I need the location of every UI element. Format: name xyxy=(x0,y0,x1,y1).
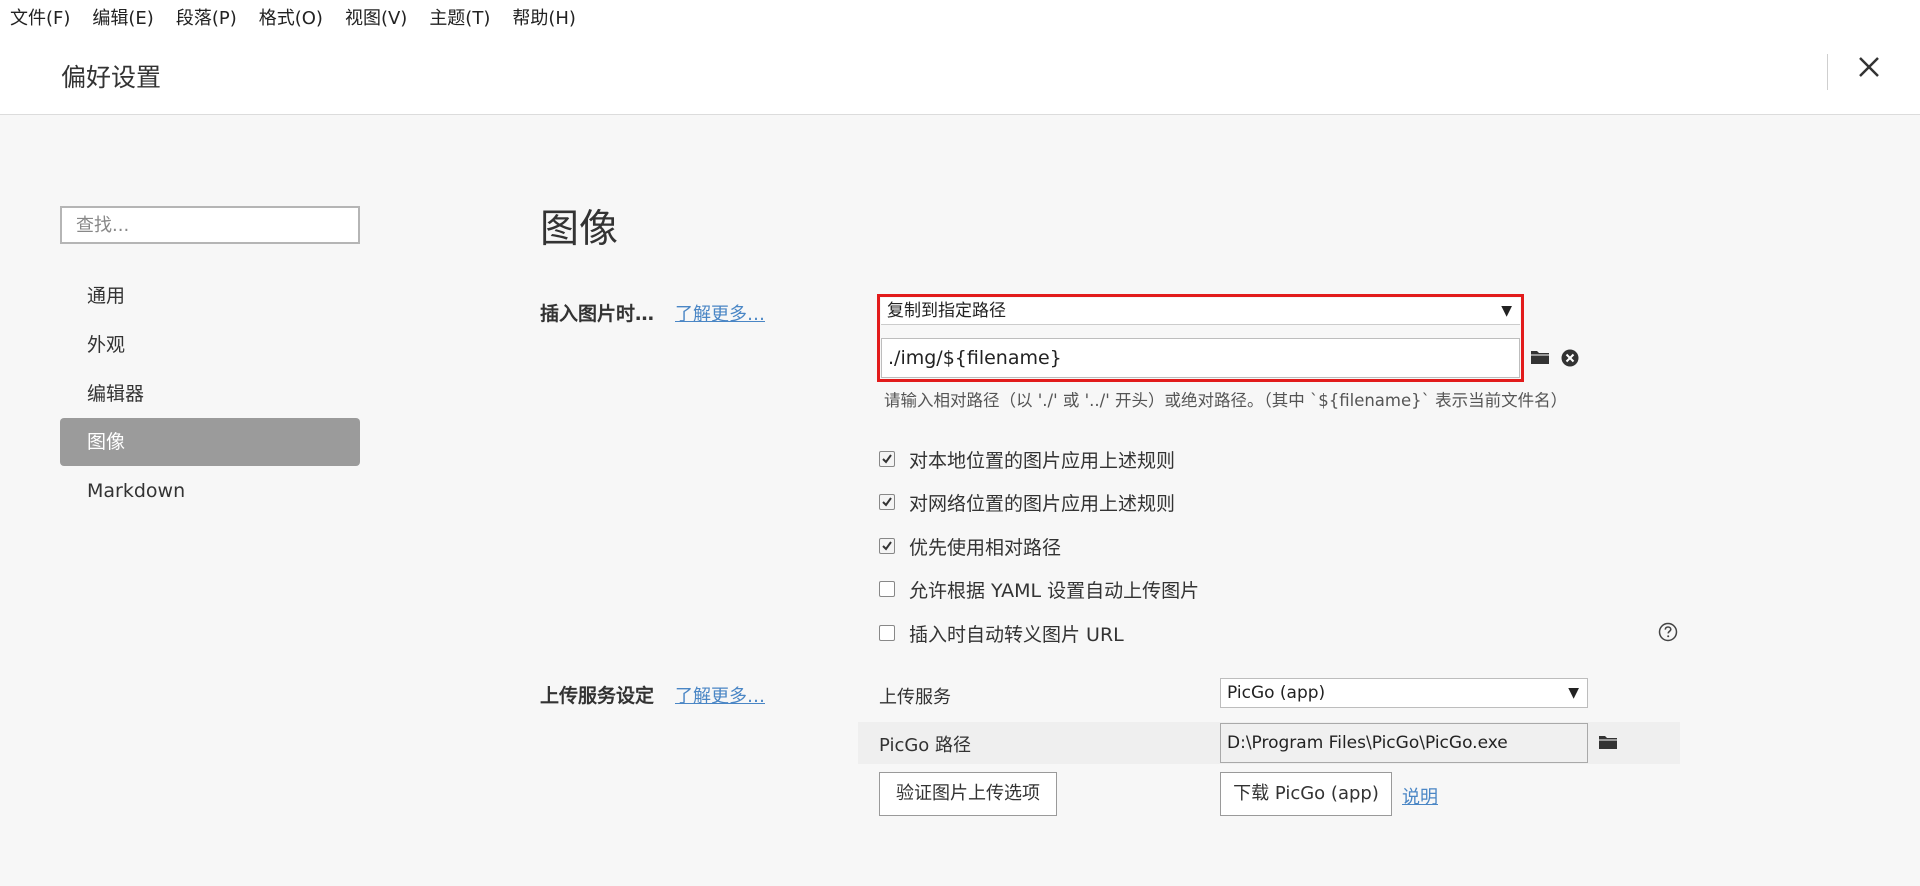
folder-icon[interactable] xyxy=(1598,734,1618,754)
sidebar-item-editor[interactable]: 编辑器 xyxy=(60,370,360,418)
checkbox-checked[interactable] xyxy=(879,451,895,467)
chevron-down-icon: ▼ xyxy=(1501,303,1512,319)
picgo-path-label: PicGo 路径 xyxy=(879,735,972,756)
image-path-input[interactable]: ./img/${filename} xyxy=(881,338,1520,378)
checkbox-unchecked[interactable] xyxy=(879,625,895,641)
picgo-path-input[interactable]: D:\Program Files\PicGo\PicGo.exe xyxy=(1220,723,1588,763)
insert-image-label: 插入图片时… xyxy=(540,303,655,325)
header-divider xyxy=(1827,54,1828,90)
option-label: 对本地位置的图片应用上述规则 xyxy=(909,449,1176,472)
preferences-header: 偏好设置 xyxy=(0,34,1920,115)
help-icon[interactable] xyxy=(1658,622,1678,646)
page-title: 偏好设置 xyxy=(61,63,162,92)
upload-service-select[interactable]: PicGo (app) ▼ xyxy=(1220,678,1588,708)
insert-image-learn-more-link[interactable]: 了解更多… xyxy=(675,300,765,326)
service-field-label: 上传服务 xyxy=(879,687,951,708)
option-apply-local[interactable]: 对本地位置的图片应用上述规则 xyxy=(879,447,1176,472)
option-label: 优先使用相对路径 xyxy=(909,536,1062,559)
menu-theme[interactable]: 主题(T) xyxy=(429,4,490,30)
docs-link[interactable]: 说明 xyxy=(1402,783,1438,809)
menu-view[interactable]: 视图(V) xyxy=(345,4,407,30)
option-yaml-upload[interactable]: 允许根据 YAML 设置自动上传图片 xyxy=(879,577,1200,602)
upload-service-label: 上传服务设定 xyxy=(540,685,655,707)
option-prefer-relative[interactable]: 优先使用相对路径 xyxy=(879,534,1062,559)
path-hint: 请输入相对路径（以 './' 或 '../' 开头）或绝对路径。（其中 `${f… xyxy=(884,391,1568,410)
verify-upload-button[interactable]: 验证图片上传选项 xyxy=(879,772,1057,816)
menu-paragraph[interactable]: 段落(P) xyxy=(176,4,237,30)
chevron-down-icon: ▼ xyxy=(1568,685,1579,701)
option-escape-url[interactable]: 插入时自动转义图片 URL xyxy=(879,621,1124,646)
menu-edit[interactable]: 编辑(E) xyxy=(92,4,153,30)
checkbox-checked[interactable] xyxy=(879,538,895,554)
download-picgo-button[interactable]: 下载 PicGo (app) xyxy=(1220,772,1392,816)
option-apply-network[interactable]: 对网络位置的图片应用上述规则 xyxy=(879,490,1176,515)
insert-image-action-value: 复制到指定路径 xyxy=(887,301,1006,321)
sidebar-item-general[interactable]: 通用 xyxy=(60,272,360,320)
clear-path-icon[interactable] xyxy=(1561,349,1579,371)
sidebar-item-image[interactable]: 图像 xyxy=(60,418,360,466)
checkbox-checked[interactable] xyxy=(879,494,895,510)
menu-help[interactable]: 帮助(H) xyxy=(512,4,576,30)
section-title: 图像 xyxy=(540,207,619,252)
menu-format[interactable]: 格式(O) xyxy=(259,4,323,30)
option-label: 插入时自动转义图片 URL xyxy=(909,623,1124,646)
search-input[interactable] xyxy=(60,206,360,244)
sidebar-item-appearance[interactable]: 外观 xyxy=(60,321,360,369)
close-icon xyxy=(1859,57,1879,77)
sidebar-item-markdown[interactable]: Markdown xyxy=(60,467,360,515)
option-label: 允许根据 YAML 设置自动上传图片 xyxy=(909,579,1200,602)
menu-file[interactable]: 文件(F) xyxy=(10,4,70,30)
upload-service-value: PicGo (app) xyxy=(1227,683,1326,703)
close-button[interactable] xyxy=(1852,50,1886,84)
checkbox-unchecked[interactable] xyxy=(879,581,895,597)
option-label: 对网络位置的图片应用上述规则 xyxy=(909,492,1176,515)
insert-image-action-select[interactable]: 复制到指定路径 ▼ xyxy=(881,298,1520,325)
upload-learn-more-link[interactable]: 了解更多… xyxy=(675,682,765,708)
folder-icon[interactable] xyxy=(1530,349,1550,369)
menu-bar: 文件(F) 编辑(E) 段落(P) 格式(O) 视图(V) 主题(T) 帮助(H… xyxy=(0,0,1920,34)
